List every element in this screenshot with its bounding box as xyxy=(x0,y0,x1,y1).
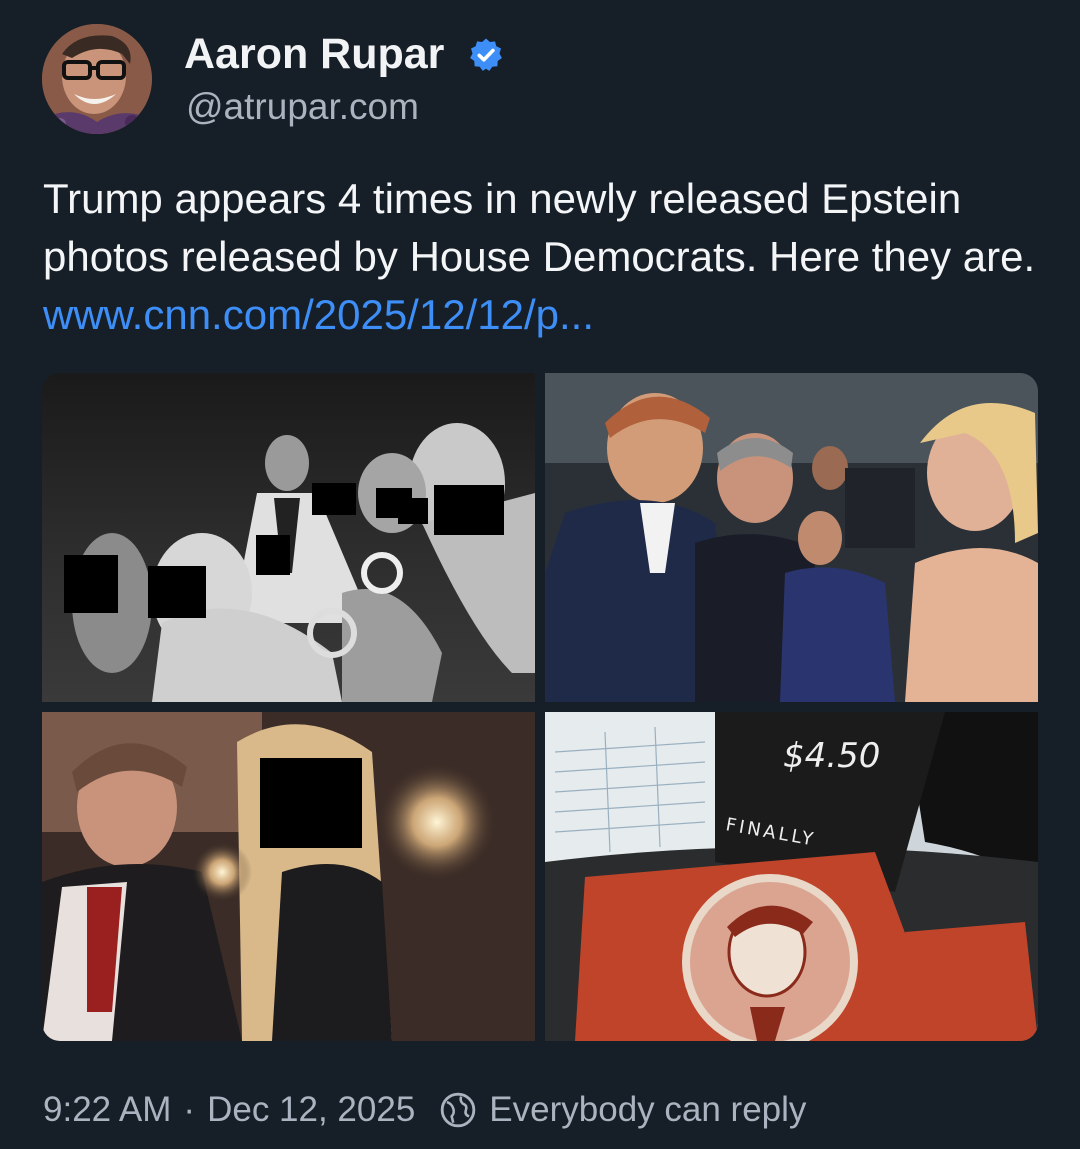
media-photo-2[interactable] xyxy=(545,373,1038,702)
post-time[interactable]: 9:22 AM xyxy=(43,1090,171,1130)
photo-3-image xyxy=(42,712,535,1041)
post-text: Trump appears 4 times in newly released … xyxy=(43,170,1053,344)
author-name[interactable]: Aaron Rupar xyxy=(184,30,444,79)
author-handle[interactable]: @atrupar.com xyxy=(186,86,419,128)
globe-icon xyxy=(441,1092,476,1128)
media-grid: $4.50 FINALLY xyxy=(42,373,1038,1041)
media-photo-3[interactable] xyxy=(42,712,535,1041)
avatar[interactable] xyxy=(42,24,152,134)
photo-1-image xyxy=(42,373,535,702)
post-footer: 9:22 AM · Dec 12, 2025 Everybody can rep… xyxy=(43,1088,806,1132)
post-date[interactable]: Dec 12, 2025 xyxy=(207,1090,415,1130)
photo-2-image xyxy=(545,373,1038,702)
media-photo-1[interactable] xyxy=(42,373,535,702)
post-body: Trump appears 4 times in newly released … xyxy=(43,175,1036,280)
footer-separator: · xyxy=(183,1090,196,1129)
post-link[interactable]: www.cnn.com/2025/12/12/p... xyxy=(43,291,594,338)
reply-setting[interactable]: Everybody can reply xyxy=(489,1090,806,1130)
photo-4-image: $4.50 FINALLY xyxy=(545,712,1038,1041)
post: Aaron Rupar @atrupar.com Trump appears 4… xyxy=(0,0,1080,1149)
price-sign-text: $4.50 xyxy=(783,736,880,776)
verified-badge-icon xyxy=(470,38,502,71)
media-photo-4[interactable]: $4.50 FINALLY xyxy=(545,712,1038,1041)
avatar-image xyxy=(42,24,152,134)
